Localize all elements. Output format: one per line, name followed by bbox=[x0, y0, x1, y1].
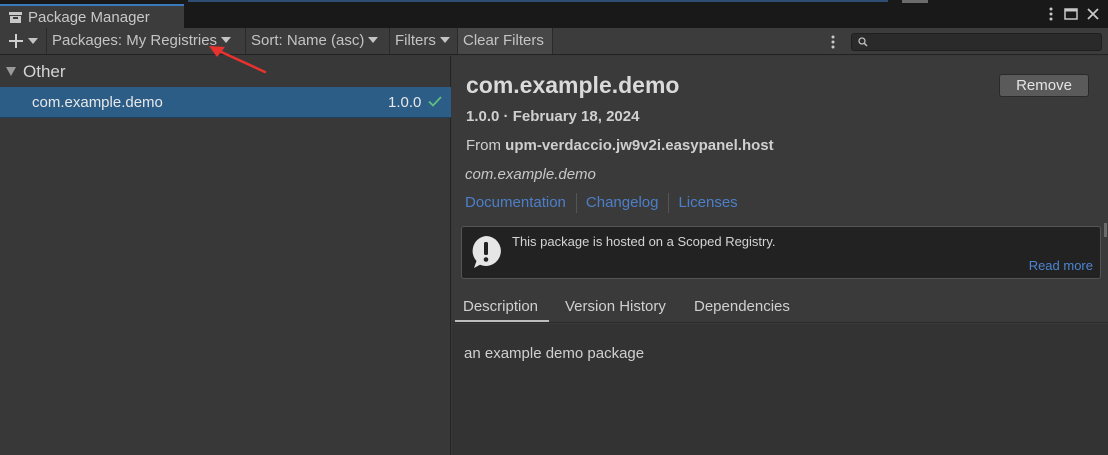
search-field[interactable] bbox=[851, 33, 1102, 51]
licenses-link[interactable]: Licenses bbox=[678, 194, 737, 211]
filters-label: Filters bbox=[395, 32, 436, 49]
add-package-button[interactable] bbox=[0, 28, 47, 54]
description-text: an example demo package bbox=[464, 345, 645, 362]
link-divider bbox=[668, 193, 670, 213]
changelog-link[interactable]: Changelog bbox=[586, 194, 659, 211]
more-options-icon[interactable] bbox=[1043, 6, 1059, 22]
chevron-down-icon bbox=[221, 37, 232, 43]
window-title: Package Manager bbox=[28, 9, 150, 26]
chevron-down-icon bbox=[368, 37, 379, 43]
toolbar-more-icon[interactable] bbox=[826, 35, 840, 49]
package-list-pane: Other com.example.demo 1.0.0 bbox=[0, 56, 451, 455]
list-item[interactable]: com.example.demo 1.0.0 bbox=[0, 87, 451, 118]
close-icon[interactable] bbox=[1085, 6, 1101, 22]
package-details-pane: com.example.demo Remove 1.0.0 · February… bbox=[452, 56, 1108, 455]
documentation-link[interactable]: Documentation bbox=[465, 194, 566, 211]
installed-check-icon bbox=[428, 96, 442, 107]
dock-strip bbox=[902, 0, 928, 3]
package-name: com.example.demo bbox=[32, 94, 163, 111]
search-input[interactable] bbox=[870, 34, 1098, 50]
registry-source: From upm-verdaccio.jw9v2i.easypanel.host bbox=[466, 137, 774, 154]
scrollbar-marker[interactable] bbox=[1104, 223, 1107, 237]
package-id: com.example.demo bbox=[465, 166, 596, 183]
notice-text: This package is hosted on a Scoped Regis… bbox=[512, 234, 776, 249]
annotation-arrow bbox=[209, 46, 267, 74]
from-label: From bbox=[466, 137, 501, 154]
group-label: Other bbox=[23, 62, 66, 81]
version-date: 1.0.0 · February 18, 2024 bbox=[466, 108, 640, 125]
search-icon bbox=[858, 37, 868, 47]
warning-speech-bubble-icon bbox=[472, 236, 501, 268]
packages-scope-label: Packages: My Registries bbox=[52, 32, 218, 49]
package-version: 1.0.0 bbox=[388, 94, 422, 111]
window-tab[interactable]: Package Manager bbox=[0, 4, 184, 28]
package-title: com.example.demo bbox=[466, 72, 680, 98]
read-more-link[interactable]: Read more bbox=[1029, 258, 1093, 273]
description-panel: an example demo package bbox=[452, 324, 1108, 455]
link-divider bbox=[575, 193, 577, 213]
maximize-icon[interactable] bbox=[1063, 6, 1079, 22]
tab-dependencies[interactable]: Dependencies bbox=[694, 298, 790, 315]
registry-host: upm-verdaccio.jw9v2i.easypanel.host bbox=[505, 137, 774, 154]
plus-icon bbox=[9, 34, 23, 48]
clear-filters-button[interactable]: Clear Filters bbox=[458, 28, 553, 54]
expand-triangle-icon[interactable] bbox=[6, 67, 16, 76]
chevron-down-icon bbox=[439, 37, 450, 43]
chevron-down-icon bbox=[28, 38, 38, 44]
dock-highlight-line bbox=[188, 0, 888, 2]
tab-version-history[interactable]: Version History bbox=[565, 298, 666, 315]
details-tabs: Description Version History Dependencies bbox=[452, 290, 1108, 323]
tab-description[interactable]: Description bbox=[463, 298, 538, 315]
scoped-registry-notice: This package is hosted on a Scoped Regis… bbox=[461, 226, 1101, 279]
remove-button[interactable]: Remove bbox=[999, 74, 1089, 97]
title-bar: Package Manager bbox=[0, 0, 1108, 28]
package-icon bbox=[9, 12, 22, 23]
filters-dropdown[interactable]: Filters bbox=[390, 28, 458, 54]
package-links: Documentation Changelog Licenses bbox=[465, 193, 738, 213]
